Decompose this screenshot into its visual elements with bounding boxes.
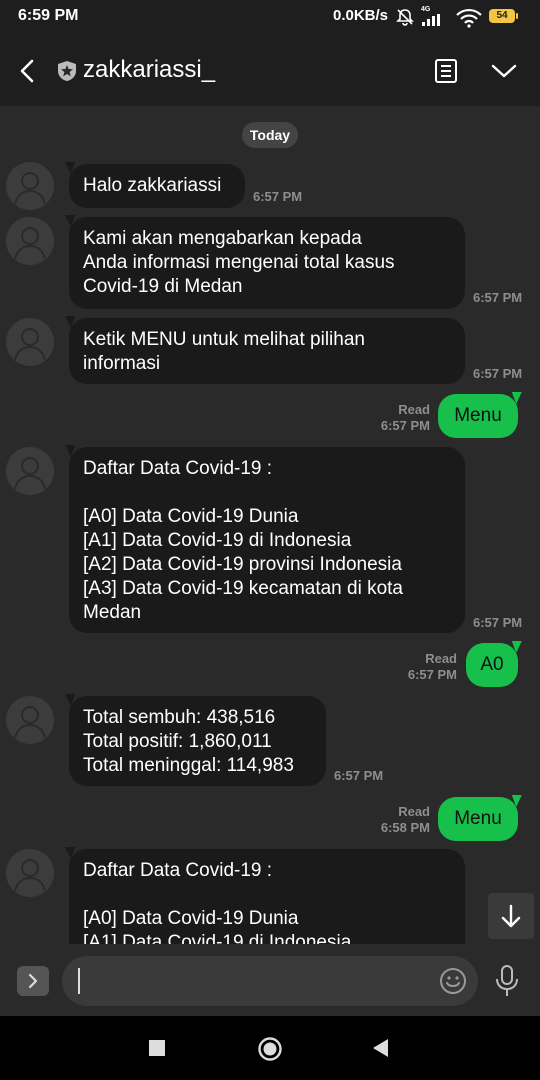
battery-indicator: 54 [489,9,518,23]
nav-triangle-icon[interactable] [372,1038,390,1058]
read-status: Read [398,402,430,417]
status-bar: 6:59 PM 0.0KB/s 4G 54 [0,0,540,36]
read-status: Read [425,651,457,666]
avatar-person-icon [14,172,46,205]
avatar[interactable] [6,162,54,210]
emoji-icon[interactable] [438,966,468,996]
system-navigation-bar [0,1016,540,1080]
message-time: 6:57 PM [334,768,384,783]
avatar-person-icon [14,328,46,361]
read-status: Read [398,804,430,819]
star-shield-icon [58,61,76,81]
message-bubble-incoming[interactable]: Halo zakkariassi [69,164,245,208]
message-bubble-incoming[interactable]: Kami akan mengabarkan kepada Anda inform… [69,217,465,309]
avatar-person-icon [14,457,46,490]
avatar[interactable] [6,318,54,366]
signal-icon [422,14,440,26]
message-time: 6:57 PM [380,418,430,433]
avatar[interactable] [6,217,54,265]
arrow-down-icon [501,904,521,928]
message-time: 6:57 PM [473,366,523,381]
message-time: 6:58 PM [380,820,430,835]
status-time: 6:59 PM [18,7,79,24]
mute-bell-icon [396,9,414,26]
message-time: 6:57 PM [473,290,523,305]
message-bubble-outgoing[interactable]: Menu [438,797,518,841]
avatar-person-icon [14,706,46,739]
message-bubble-incoming[interactable]: Total sembuh: 438,516 Total positif: 1,8… [69,696,326,786]
chat-title[interactable]: zakkariassi_ [83,56,215,84]
avatar[interactable] [6,447,54,495]
message-input[interactable] [62,956,478,1006]
chevron-right-icon [28,973,38,989]
message-bubble-outgoing[interactable]: A0 [466,643,518,687]
nav-circle-icon[interactable] [257,1036,283,1062]
message-time: 6:57 PM [407,667,457,682]
scroll-to-bottom-button[interactable] [488,893,534,939]
message-bubble-incoming[interactable]: Daftar Data Covid-19 : [A0] Data Covid-1… [69,849,465,944]
chat-header: zakkariassi_ [0,36,540,106]
expand-menu-button[interactable] [17,966,49,996]
message-bubble-incoming[interactable]: Daftar Data Covid-19 : [A0] Data Covid-1… [69,447,465,633]
text-caret [78,968,80,994]
message-time: 6:57 PM [473,615,523,630]
wifi-icon [456,8,482,28]
nav-square-icon[interactable] [148,1039,166,1057]
network-speed: 0.0KB/s [333,7,389,24]
message-time: 6:57 PM [253,189,303,204]
microphone-icon[interactable] [492,964,522,998]
notes-icon[interactable] [433,58,459,84]
message-bubble-incoming[interactable]: Ketik MENU untuk melihat pilihan informa… [69,318,465,384]
date-separator: Today [242,122,298,148]
message-bubble-outgoing[interactable]: Menu [438,394,518,438]
network-type: 4G [421,6,431,13]
avatar[interactable] [6,696,54,744]
chevron-down-icon[interactable] [489,58,519,84]
message-clip-region: Daftar Data Covid-19 : [A0] Data Covid-1… [0,845,540,944]
message-input-bar [0,944,540,1016]
avatar-person-icon [14,227,46,260]
back-arrow-icon[interactable] [12,55,44,87]
